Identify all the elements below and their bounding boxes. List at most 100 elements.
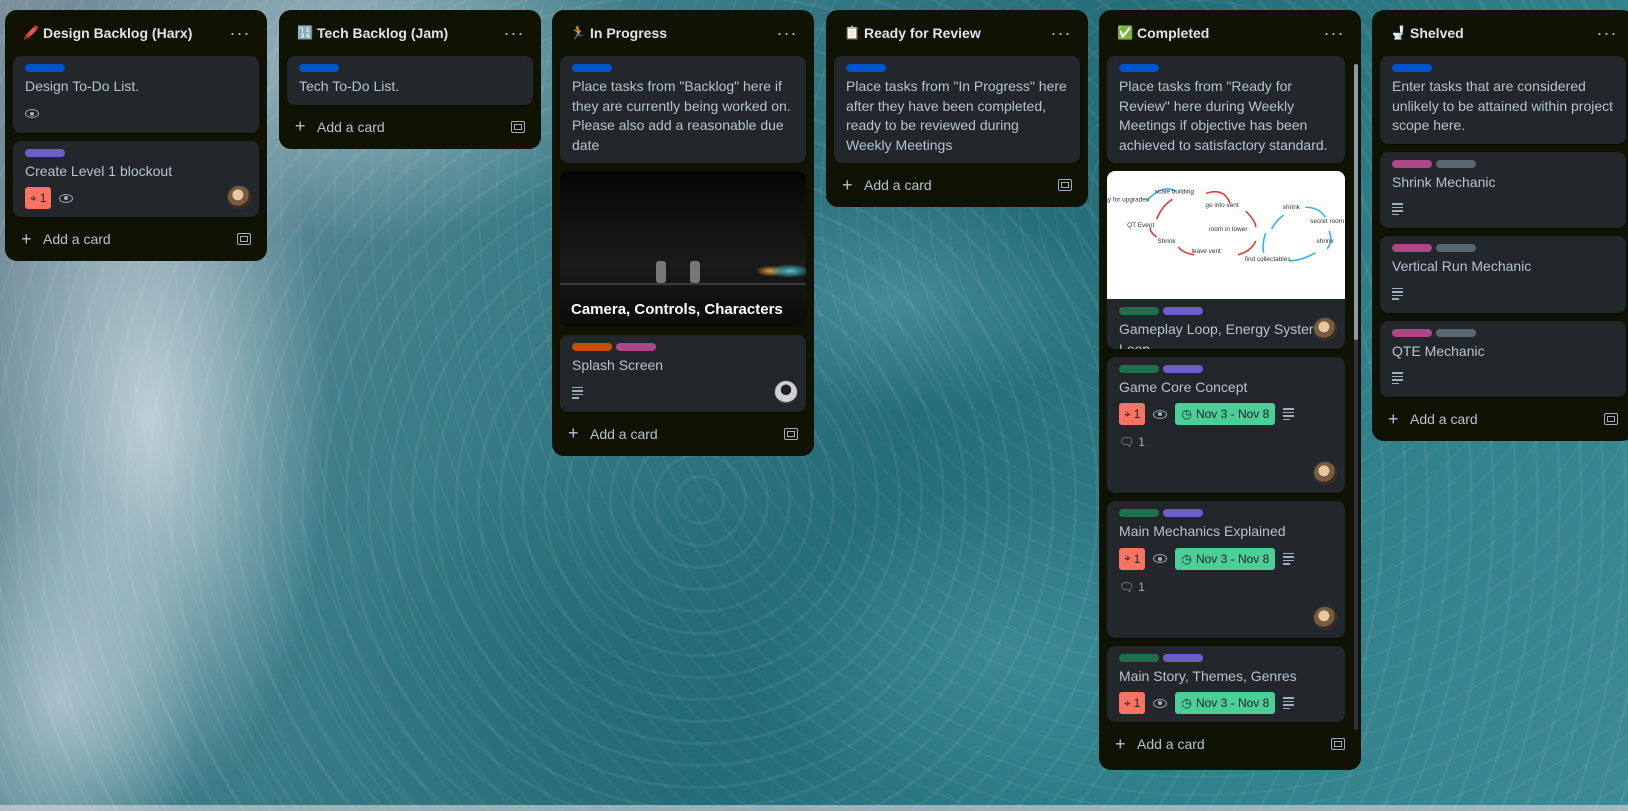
card-label[interactable] — [1436, 244, 1476, 252]
list-title[interactable]: In Progress — [590, 25, 774, 41]
card-list: Place tasks from "In Progress" here afte… — [834, 56, 1080, 163]
plus-icon: + — [842, 174, 853, 195]
horizontal-scrollbar[interactable] — [0, 805, 1628, 811]
card[interactable]: pay for upgrades scale building go into ve… — [1107, 171, 1345, 349]
member-avatar[interactable] — [227, 185, 251, 209]
list-menu-button[interactable]: ··· — [1594, 24, 1620, 42]
card-label[interactable] — [25, 148, 65, 157]
scrollbar-thumb[interactable] — [1354, 64, 1358, 340]
watching-icon — [25, 109, 39, 118]
card-labels — [1119, 509, 1333, 517]
list-title[interactable]: Completed — [1137, 25, 1321, 41]
card[interactable]: QTE Mechanic — [1380, 320, 1626, 397]
member-avatar[interactable] — [1313, 461, 1337, 485]
create-from-template-icon[interactable] — [1331, 738, 1345, 750]
card-labels — [846, 64, 1068, 72]
list-menu-button[interactable]: ··· — [227, 24, 253, 42]
add-card-button[interactable]: + Add a card — [287, 105, 533, 149]
card[interactable]: Tech To-Do List. — [287, 56, 533, 105]
card-label[interactable] — [1392, 159, 1432, 168]
create-from-template-icon[interactable] — [1058, 179, 1072, 191]
card-label[interactable] — [1436, 328, 1476, 337]
diagram-label: go into vent — [1205, 202, 1238, 209]
card-label[interactable] — [1119, 307, 1159, 315]
card[interactable]: Enter tasks that are considered unlikely… — [1380, 56, 1626, 144]
card[interactable]: Place tasks from "In Progress" here afte… — [834, 56, 1080, 163]
card-label[interactable] — [616, 343, 656, 351]
create-from-template-icon[interactable] — [511, 120, 525, 133]
list-menu-button[interactable]: ··· — [1048, 24, 1074, 42]
list-ready-for-review: 📋 Ready for Review ··· Place tasks from "In… — [826, 10, 1088, 207]
card-label[interactable] — [1119, 509, 1159, 517]
card-title: Splash Screen — [572, 357, 664, 373]
card[interactable]: Main Story, Themes, Genres ⌖ 1 ◷ Nov 3 - Nov… — [1107, 645, 1345, 722]
due-date-badge[interactable]: ◷ Nov 3 - Nov 8 — [1175, 692, 1276, 714]
card-label[interactable] — [1119, 653, 1159, 662]
card[interactable]: Shrink Mechanic — [1380, 151, 1626, 228]
watching-icon — [1153, 409, 1168, 419]
card-title: Gameplay Loop, Energy System Loop — [1119, 321, 1321, 349]
card[interactable]: Vertical Run Mechanic — [1380, 236, 1626, 313]
card-title: Vertical Run Mechanic — [1392, 258, 1532, 274]
vote-badge[interactable]: ⌖ 1 — [1119, 403, 1146, 425]
comment-count: 1 — [1138, 435, 1145, 449]
vote-badge[interactable]: ⌖ 1 — [1119, 547, 1146, 570]
due-date-badge[interactable]: ◷ Nov 3 - Nov 8 — [1175, 547, 1276, 570]
card-label[interactable] — [1163, 653, 1203, 662]
cover-floor — [560, 283, 806, 285]
add-card-button[interactable]: + Add a card — [1107, 722, 1353, 766]
card[interactable]: Place tasks from "Ready for Review" here… — [1107, 56, 1345, 163]
vote-badge[interactable]: ⌖ 1 — [1119, 692, 1146, 714]
list-header: ✅ Completed ··· — [1107, 10, 1353, 56]
card[interactable]: Place tasks from "Backlog" here if they … — [560, 56, 806, 163]
create-from-template-icon[interactable] — [1604, 413, 1618, 425]
create-from-template-icon[interactable] — [237, 233, 251, 245]
card-label[interactable] — [1392, 64, 1432, 72]
list-menu-button[interactable]: ··· — [774, 24, 800, 42]
watching-icon — [1153, 554, 1168, 563]
card-cover-camera-controls[interactable]: Camera, Controls, Characters — [560, 171, 806, 327]
card[interactable]: Design To-Do List. — [13, 56, 259, 133]
add-card-button[interactable]: + Add a card — [1380, 397, 1626, 441]
diagram-label: shrink — [1283, 204, 1301, 211]
card-label[interactable] — [299, 64, 339, 72]
card[interactable]: Main Mechanics Explained ⌖ 1 ◷ Nov 3 - Nov 8… — [1107, 501, 1345, 638]
list-title[interactable]: Tech Backlog (Jam) — [317, 25, 501, 41]
member-avatar[interactable] — [1313, 316, 1337, 341]
card-label[interactable] — [1163, 364, 1203, 373]
card-label[interactable] — [572, 64, 612, 72]
vote-badge[interactable]: ⌖ 1 — [25, 187, 52, 209]
card-label[interactable] — [846, 64, 886, 72]
card-label[interactable] — [572, 343, 612, 351]
card-label[interactable] — [1163, 307, 1203, 315]
card-label[interactable] — [1392, 328, 1432, 337]
list-completed: ✅ Completed ··· Place tasks from "Ready for… — [1099, 10, 1361, 770]
list-menu-button[interactable]: ··· — [1321, 24, 1347, 42]
add-card-button[interactable]: + Add a card — [560, 412, 806, 456]
list-title[interactable]: Design Backlog (Harx) — [43, 25, 227, 41]
create-from-template-icon[interactable] — [784, 427, 798, 440]
plus-icon: + — [568, 423, 579, 443]
list-scrollbar[interactable] — [1354, 64, 1358, 730]
card-label[interactable] — [1392, 244, 1432, 252]
add-card-button[interactable]: + Add a card — [13, 217, 259, 261]
card-list: Place tasks from "Backlog" here if they … — [560, 56, 806, 412]
card-label[interactable] — [25, 64, 65, 72]
list-title[interactable]: Ready for Review — [864, 25, 1048, 41]
card-title: Main Mechanics Explained — [1119, 523, 1286, 539]
list-title[interactable]: Shelved — [1410, 25, 1594, 41]
card-label[interactable] — [1119, 64, 1159, 72]
member-avatar[interactable] — [1313, 605, 1337, 630]
card-label[interactable] — [1119, 364, 1159, 373]
comment-icon: 🗨 — [1119, 435, 1135, 449]
card-label[interactable] — [1436, 159, 1476, 168]
due-date-badge[interactable]: ◷ Nov 3 - Nov 8 — [1175, 403, 1276, 425]
card-label[interactable] — [1163, 509, 1203, 517]
card[interactable]: Game Core Concept ⌖ 1 ◷ Nov 3 - Nov 8 🗨 1 — [1107, 356, 1345, 493]
card-labels — [572, 64, 794, 72]
list-menu-button[interactable]: ··· — [501, 24, 527, 42]
card[interactable]: Create Level 1 blockout ⌖ 1 — [13, 140, 259, 217]
card[interactable]: Splash Screen — [560, 335, 806, 412]
add-card-button[interactable]: + Add a card — [834, 163, 1080, 207]
member-avatar[interactable] — [774, 379, 798, 404]
